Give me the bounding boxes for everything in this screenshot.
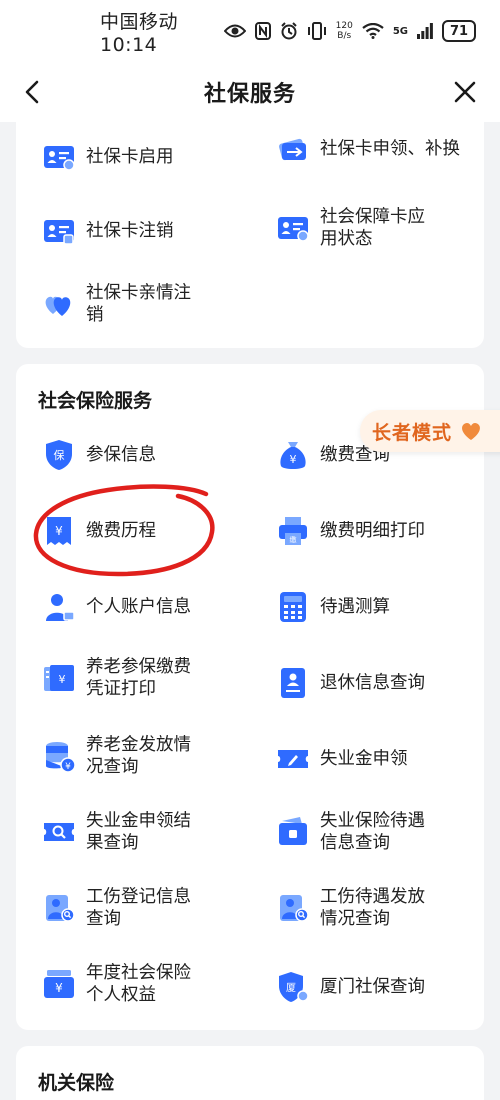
service-item-injury-registration[interactable]: 工伤登记信息查询 (42, 886, 262, 930)
nfc-icon (254, 22, 271, 40)
svg-text:缴: 缴 (290, 535, 297, 544)
battery-level: 71 (449, 23, 469, 39)
elder-mode-label: 长者模式 (372, 421, 453, 444)
service-item-label: 失业保险待遇信息查询 (320, 811, 425, 853)
service-item-label: 养老参保缴费凭证打印 (86, 657, 191, 699)
service-item-label: 年度社会保险个人权益 (86, 963, 191, 1005)
ticket-search-icon (44, 823, 74, 841)
voucher-icon: ¥ (44, 665, 74, 691)
service-item-payment-history[interactable]: ¥ 缴费历程 (42, 514, 262, 548)
service-item-label: 社会保障卡应用状态 (320, 207, 425, 249)
card-government-insurance: 机关保险 (16, 1046, 484, 1100)
id-card-icon (278, 217, 309, 242)
hearts-icon (45, 296, 71, 316)
section-title: 社会保险服务 (38, 390, 153, 412)
chevron-left-icon[interactable] (18, 77, 48, 107)
service-item-annual-rights[interactable]: ¥ 年度社会保险个人权益 (42, 962, 262, 1006)
service-item-card-family-cancel[interactable]: 社保卡亲情注销 (42, 282, 262, 326)
eye-icon (223, 24, 246, 38)
nav-bar: 社保服务 (0, 62, 500, 122)
ticket-pen-icon (278, 750, 308, 768)
battery-indicator: 71 (442, 20, 476, 42)
service-item-label: 养老金发放情况查询 (86, 735, 191, 777)
service-item-label: 工伤登记信息查询 (86, 887, 191, 929)
service-item-retirement-info[interactable]: 退休信息查询 (276, 666, 496, 700)
vibrate-icon (307, 22, 326, 40)
injury-search-icon (280, 895, 309, 922)
service-item-label: 失业金申领结果查询 (86, 811, 191, 853)
service-item-label: 个人账户信息 (86, 597, 191, 617)
svg-text:¥: ¥ (59, 673, 66, 686)
wallet-icon (279, 817, 307, 845)
network-speed: 120 B/s (336, 21, 353, 41)
service-item-label: 社保卡注销 (86, 221, 174, 241)
status-carrier-time: 中国移动 10:14 (100, 7, 224, 56)
service-item-card-cancel[interactable]: 社保卡注销 (42, 214, 262, 248)
service-item-label: 社保卡申领、补换 (320, 139, 460, 159)
status-icons: 120 B/s 5G 71 (223, 20, 476, 42)
service-item-personal-account[interactable]: 个人账户信息 (42, 590, 262, 624)
speed-value: 120 (335, 21, 353, 31)
id-card-icon (44, 220, 74, 245)
signal-icon (417, 23, 433, 39)
service-item-label: 参保信息 (86, 445, 156, 465)
service-item-label: 厦门社保查询 (320, 977, 425, 997)
page-title: 社保服务 (203, 82, 296, 107)
service-item-pension-payout[interactable]: ¥ 养老金发放情况查询 (42, 734, 262, 778)
service-item-unemployment-benefit-info[interactable]: 失业保险待遇信息查询 (276, 810, 476, 854)
clock-time: 10:14 (100, 33, 158, 56)
receipt-yuan-icon: ¥ (47, 517, 71, 545)
status-bar: 中国移动 10:14 120 B/s 5G 71 (0, 0, 500, 62)
heart-icon (462, 422, 480, 440)
service-item-label: 失业金申领 (320, 749, 408, 769)
section-title: 机关保险 (38, 1072, 115, 1094)
alarm-icon (280, 22, 297, 40)
printer-icon: 缴 (279, 517, 307, 545)
service-item-card-app-status[interactable]: 社会保障卡应用状态 (276, 206, 476, 250)
service-item-insured-info[interactable]: 保 参保信息 (42, 438, 262, 472)
xiamen-shield-icon: 厦 (279, 972, 309, 1002)
service-item-injury-benefit-payout[interactable]: 工伤待遇发放情况查询 (276, 886, 476, 930)
close-icon[interactable] (450, 77, 480, 107)
person-icon (46, 594, 75, 621)
service-item-pension-voucher-print[interactable]: ¥ 养老参保缴费凭证打印 (42, 656, 262, 700)
service-item-label: 退休信息查询 (320, 673, 425, 693)
card-social-insurance-services: 社会保险服务 保 参保信息 ¥ 缴费查询 ¥ 缴费历程 缴 缴费明细打印 个人账… (16, 364, 484, 1030)
carrier-name: 中国移动 (100, 10, 179, 33)
service-item-label: 社保卡亲情注销 (86, 283, 191, 325)
yuan-folder-icon: ¥ (44, 970, 74, 998)
service-item-payment-detail-print[interactable]: 缴 缴费明细打印 (276, 514, 496, 548)
card-swap-icon (279, 138, 306, 161)
card-social-security-card: 社保卡启用 社保卡申领、补换 社保卡注销 社会保障卡应用状态 社保卡亲情注销 (16, 122, 484, 348)
service-item-label: 缴费历程 (86, 521, 156, 541)
service-item-label: 社保卡启用 (86, 147, 174, 167)
svg-text:¥: ¥ (55, 981, 63, 995)
elder-mode-button[interactable]: 长者模式 (360, 410, 500, 452)
speed-unit: B/s (337, 31, 352, 41)
service-item-label: 工伤待遇发放情况查询 (320, 887, 425, 929)
service-item-benefit-calc[interactable]: 待遇测算 (276, 590, 496, 624)
coins-icon: ¥ (46, 742, 76, 773)
svg-text:保: 保 (54, 448, 65, 462)
svg-text:¥: ¥ (290, 453, 297, 466)
svg-text:¥: ¥ (65, 762, 71, 772)
money-bag-icon: ¥ (280, 442, 306, 469)
id-card-icon (44, 146, 75, 171)
service-item-label: 缴费明细打印 (320, 521, 425, 541)
service-item-xiamen-query[interactable]: 厦 厦门社保查询 (276, 970, 496, 1004)
injury-search-icon (46, 895, 75, 922)
shield-icon: 保 (46, 440, 72, 470)
svg-text:厦: 厦 (286, 982, 296, 994)
calculator-icon (280, 592, 306, 622)
service-item-card-apply-replace[interactable]: 社保卡申领、补换 (276, 132, 476, 166)
svg-text:¥: ¥ (55, 524, 63, 538)
service-item-unemployment-apply[interactable]: 失业金申领 (276, 742, 496, 776)
service-item-card-activate[interactable]: 社保卡启用 (42, 140, 262, 174)
wifi-icon (362, 23, 384, 39)
network-type: 5G (392, 25, 408, 37)
document-person-icon (281, 668, 305, 698)
service-item-label: 待遇测算 (320, 597, 390, 617)
service-item-unemployment-result[interactable]: 失业金申领结果查询 (42, 810, 262, 854)
